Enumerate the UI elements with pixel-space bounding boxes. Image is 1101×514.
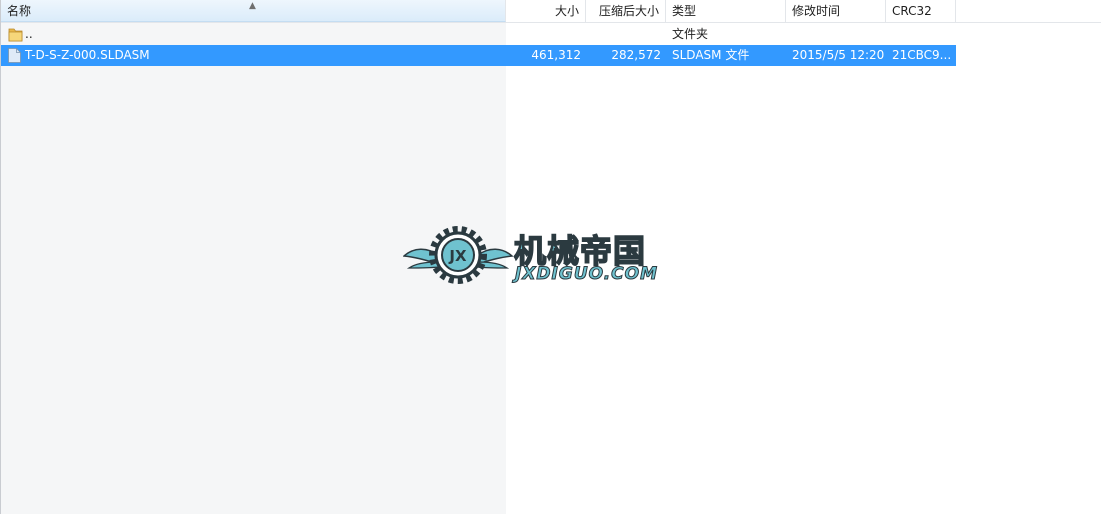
- row-crc: 21CBC9...: [892, 48, 952, 62]
- column-header-crc[interactable]: CRC32: [886, 0, 956, 22]
- row-packed-size: 282,572: [611, 48, 661, 62]
- winged-gear-emblem-icon: JX: [403, 226, 513, 284]
- column-header-type-label: 类型: [672, 4, 697, 18]
- table-row-parent-folder[interactable]: .. 文件夹: [1, 24, 956, 45]
- column-header-modified[interactable]: 修改时间: [786, 0, 886, 22]
- emblem-text: JX: [448, 247, 467, 265]
- row-size: [505, 24, 585, 45]
- column-header-modified-label: 修改时间: [792, 4, 841, 18]
- column-header-type[interactable]: 类型: [666, 0, 786, 22]
- column-header-size-label: 大小: [554, 4, 579, 18]
- table-row-file-selected[interactable]: T-D-S-Z-000.SLDASM 461,312 282,572 SLDAS…: [1, 45, 956, 66]
- column-header-packed-size[interactable]: 压缩后大小: [586, 0, 666, 22]
- column-header-size[interactable]: 大小: [506, 0, 586, 22]
- watermark-subtitle: JXDIGUO.COM: [514, 264, 659, 285]
- row-crc: [888, 24, 956, 45]
- sort-ascending-icon: ▲: [249, 1, 256, 11]
- column-header-name[interactable]: 名称 ▲: [1, 0, 506, 22]
- row-modified: 2015/5/5 12:20: [792, 48, 885, 62]
- watermark-logo: JX 机械帝国 JXDIGUO.COM: [403, 224, 698, 288]
- row-name: ..: [25, 27, 33, 41]
- column-header-name-label: 名称: [7, 4, 32, 18]
- column-header-crc-label: CRC32: [892, 4, 932, 18]
- row-packed-size: [585, 24, 665, 45]
- document-icon: [8, 48, 21, 63]
- column-header-bar: 名称 ▲ 大小 压缩后大小 类型 修改时间 CRC32: [1, 0, 1101, 23]
- row-type: 文件夹: [672, 27, 709, 41]
- row-type: SLDASM 文件: [672, 48, 750, 62]
- row-size: 461,312: [531, 48, 581, 62]
- column-header-packed-size-label: 压缩后大小: [598, 4, 659, 18]
- row-name: T-D-S-Z-000.SLDASM: [25, 48, 150, 62]
- row-modified: [788, 24, 886, 45]
